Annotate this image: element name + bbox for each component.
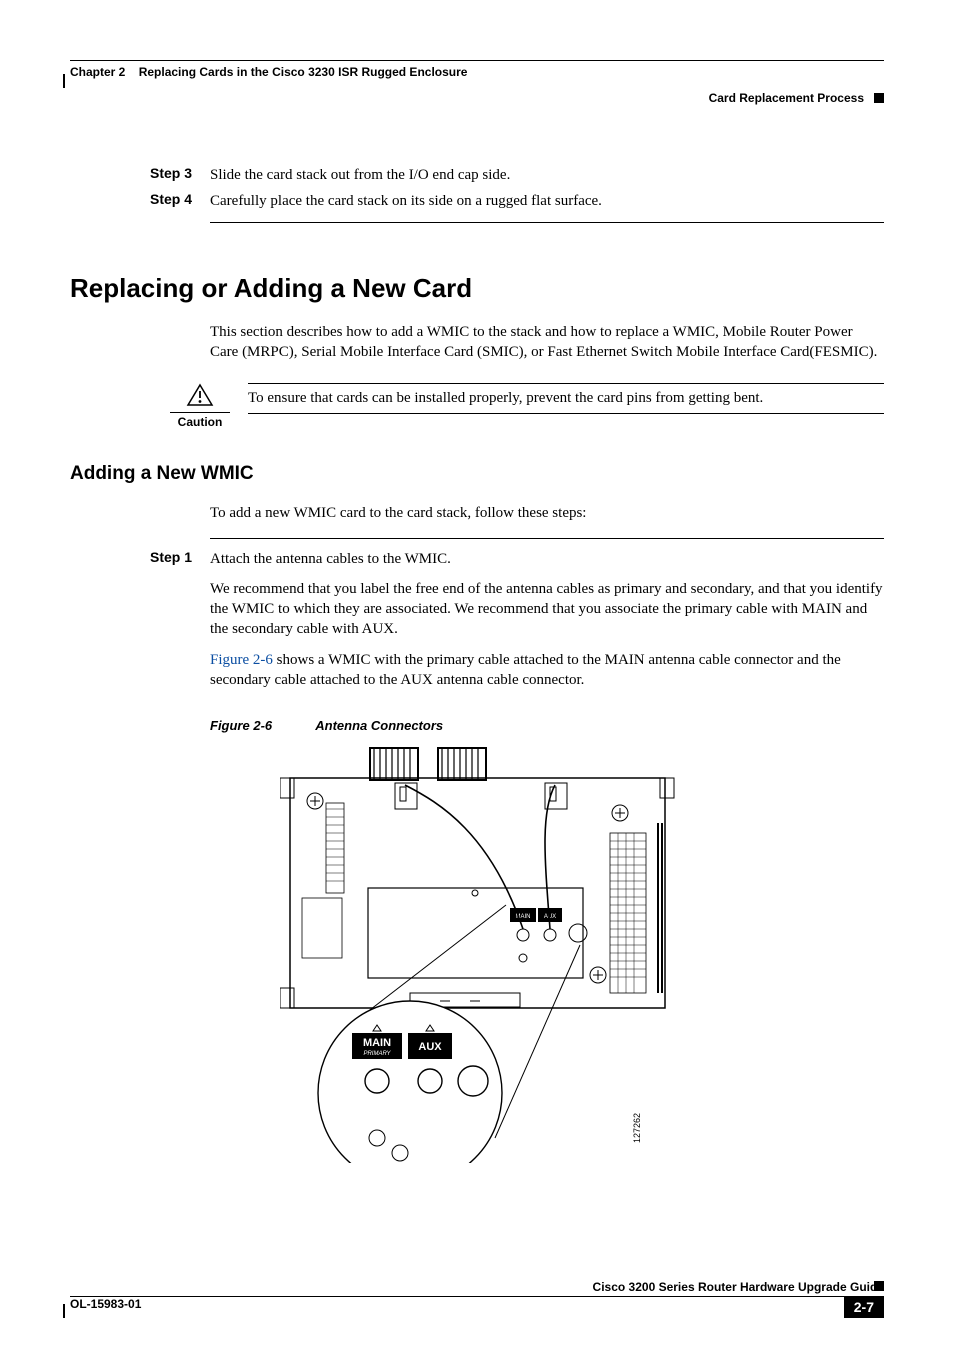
book-title: Cisco 3200 Series Router Hardware Upgrad… <box>70 1280 884 1294</box>
figure-caption: Figure 2-6 Antenna Connectors <box>210 718 884 733</box>
warning-icon <box>170 383 230 413</box>
header-marker-icon <box>874 93 884 103</box>
step-row: Step 1 Attach the antenna cables to the … <box>70 549 884 691</box>
rule <box>210 538 884 539</box>
step-text: Carefully place the card stack on its si… <box>210 191 884 211</box>
main-label-zoom: MAIN <box>363 1037 391 1049</box>
aux-label-zoom: AUX <box>418 1041 442 1053</box>
heading-1: Replacing or Adding a New Card <box>70 273 884 304</box>
step-para-rest: shows a WMIC with the primary cable atta… <box>210 652 841 688</box>
step-para: Figure 2-6 shows a WMIC with the primary… <box>210 650 884 691</box>
figure-id: 127262 <box>632 1113 642 1143</box>
step-label: Step 4 <box>70 191 210 211</box>
page-number-badge: 2-7 <box>844 1296 884 1318</box>
caution-label-col: Caution <box>170 383 230 429</box>
step-text: Attach the antenna cables to the WMIC. W… <box>210 549 884 691</box>
figure-title: Antenna Connectors <box>315 718 443 733</box>
step-para: We recommend that you label the free end… <box>210 579 884 640</box>
h2-intro: To add a new WMIC card to the card stack… <box>210 503 884 524</box>
step-row: Step 4 Carefully place the card stack on… <box>70 191 884 211</box>
step-line: Attach the antenna cables to the WMIC. <box>210 549 884 569</box>
section-name: Card Replacement Process <box>709 91 864 105</box>
caution-text: To ensure that cards can be installed pr… <box>248 383 884 414</box>
figure-number: Figure 2-6 <box>210 718 272 733</box>
footer-row: OL-15983-01 <box>70 1297 884 1311</box>
step-text: Slide the card stack out from the I/O en… <box>210 165 884 185</box>
caution-label: Caution <box>170 415 230 429</box>
step-row: Step 3 Slide the card stack out from the… <box>70 165 884 185</box>
step-label: Step 3 <box>70 165 210 185</box>
caution-block: Caution To ensure that cards can be inst… <box>170 383 884 429</box>
step-label: Step 1 <box>70 549 210 691</box>
running-header: Chapter 2 Replacing Cards in the Cisco 3… <box>70 65 884 79</box>
figure: MAIN AUX MAIN PRIMARY <box>280 743 680 1163</box>
header-left: Chapter 2 Replacing Cards in the Cisco 3… <box>70 65 467 79</box>
footer: Cisco 3200 Series Router Hardware Upgrad… <box>70 1280 884 1311</box>
rule <box>210 222 884 223</box>
header-rule <box>70 60 884 61</box>
corner-tick <box>63 74 65 88</box>
primary-sublabel: PRIMARY <box>363 1051 391 1057</box>
footer-corner-tick <box>63 1304 65 1318</box>
page: Chapter 2 Replacing Cards in the Cisco 3… <box>0 0 954 1351</box>
chapter-title: Replacing Cards in the Cisco 3230 ISR Ru… <box>139 65 468 79</box>
intro-paragraph: This section describes how to add a WMIC… <box>210 322 884 363</box>
figure-xref: Figure 2-6 <box>210 652 273 668</box>
chapter-number: Chapter 2 <box>70 65 125 79</box>
header-right: Card Replacement Process <box>70 91 884 105</box>
content: Step 3 Slide the card stack out from the… <box>70 165 884 1163</box>
heading-2: Adding a New WMIC <box>70 463 884 485</box>
doc-id: OL-15983-01 <box>70 1297 141 1311</box>
